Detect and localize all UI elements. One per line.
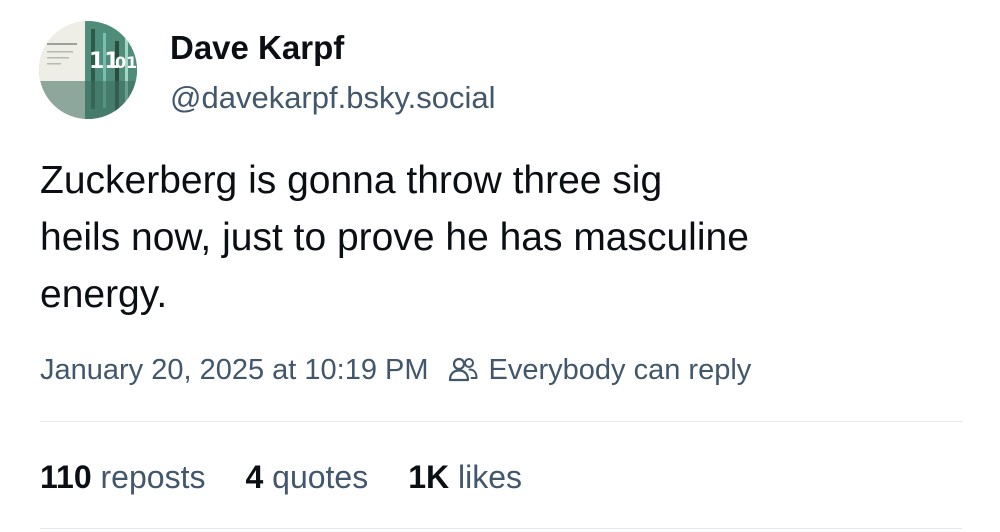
divider: [40, 421, 962, 422]
author-name[interactable]: Dave Karpf: [170, 28, 344, 68]
post-timestamp[interactable]: January 20, 2025 at 10:19 PM: [40, 354, 429, 387]
post-stats: 110 reposts 4 quotes 1K likes: [40, 455, 562, 499]
author-handle[interactable]: @davekarpf.bsky.social: [170, 79, 496, 117]
reposts-stat[interactable]: 110 reposts: [40, 459, 205, 496]
profile-photo-icon: 11 01: [39, 21, 137, 119]
avatar-text-01: 01: [115, 53, 137, 72]
quotes-label: quotes: [272, 458, 369, 495]
post-text-line: Zuckerberg is gonna throw three sig: [40, 159, 663, 202]
quotes-stat[interactable]: 4 quotes: [245, 459, 368, 496]
post-text: Zuckerberg is gonna throw three sig heil…: [40, 152, 940, 323]
post-text-line: energy.: [40, 273, 168, 316]
quotes-count: 4: [245, 458, 273, 495]
reposts-count: 110: [40, 458, 101, 495]
people-icon: [448, 357, 478, 382]
post-thread: 11 01 Dave Karpf @davekarpf.bsky.social …: [0, 0, 1000, 532]
reposts-label: reposts: [100, 458, 206, 495]
post-text-line: heils now, just to prove he has masculin…: [40, 216, 749, 259]
reply-setting[interactable]: Everybody can reply: [489, 354, 752, 387]
likes-label: likes: [458, 458, 523, 495]
avatar[interactable]: 11 01: [39, 21, 137, 119]
likes-count: 1K: [408, 458, 459, 495]
divider: [40, 528, 962, 529]
post-meta: January 20, 2025 at 10:19 PM Everybody c…: [40, 350, 751, 390]
likes-stat[interactable]: 1K likes: [408, 459, 522, 496]
